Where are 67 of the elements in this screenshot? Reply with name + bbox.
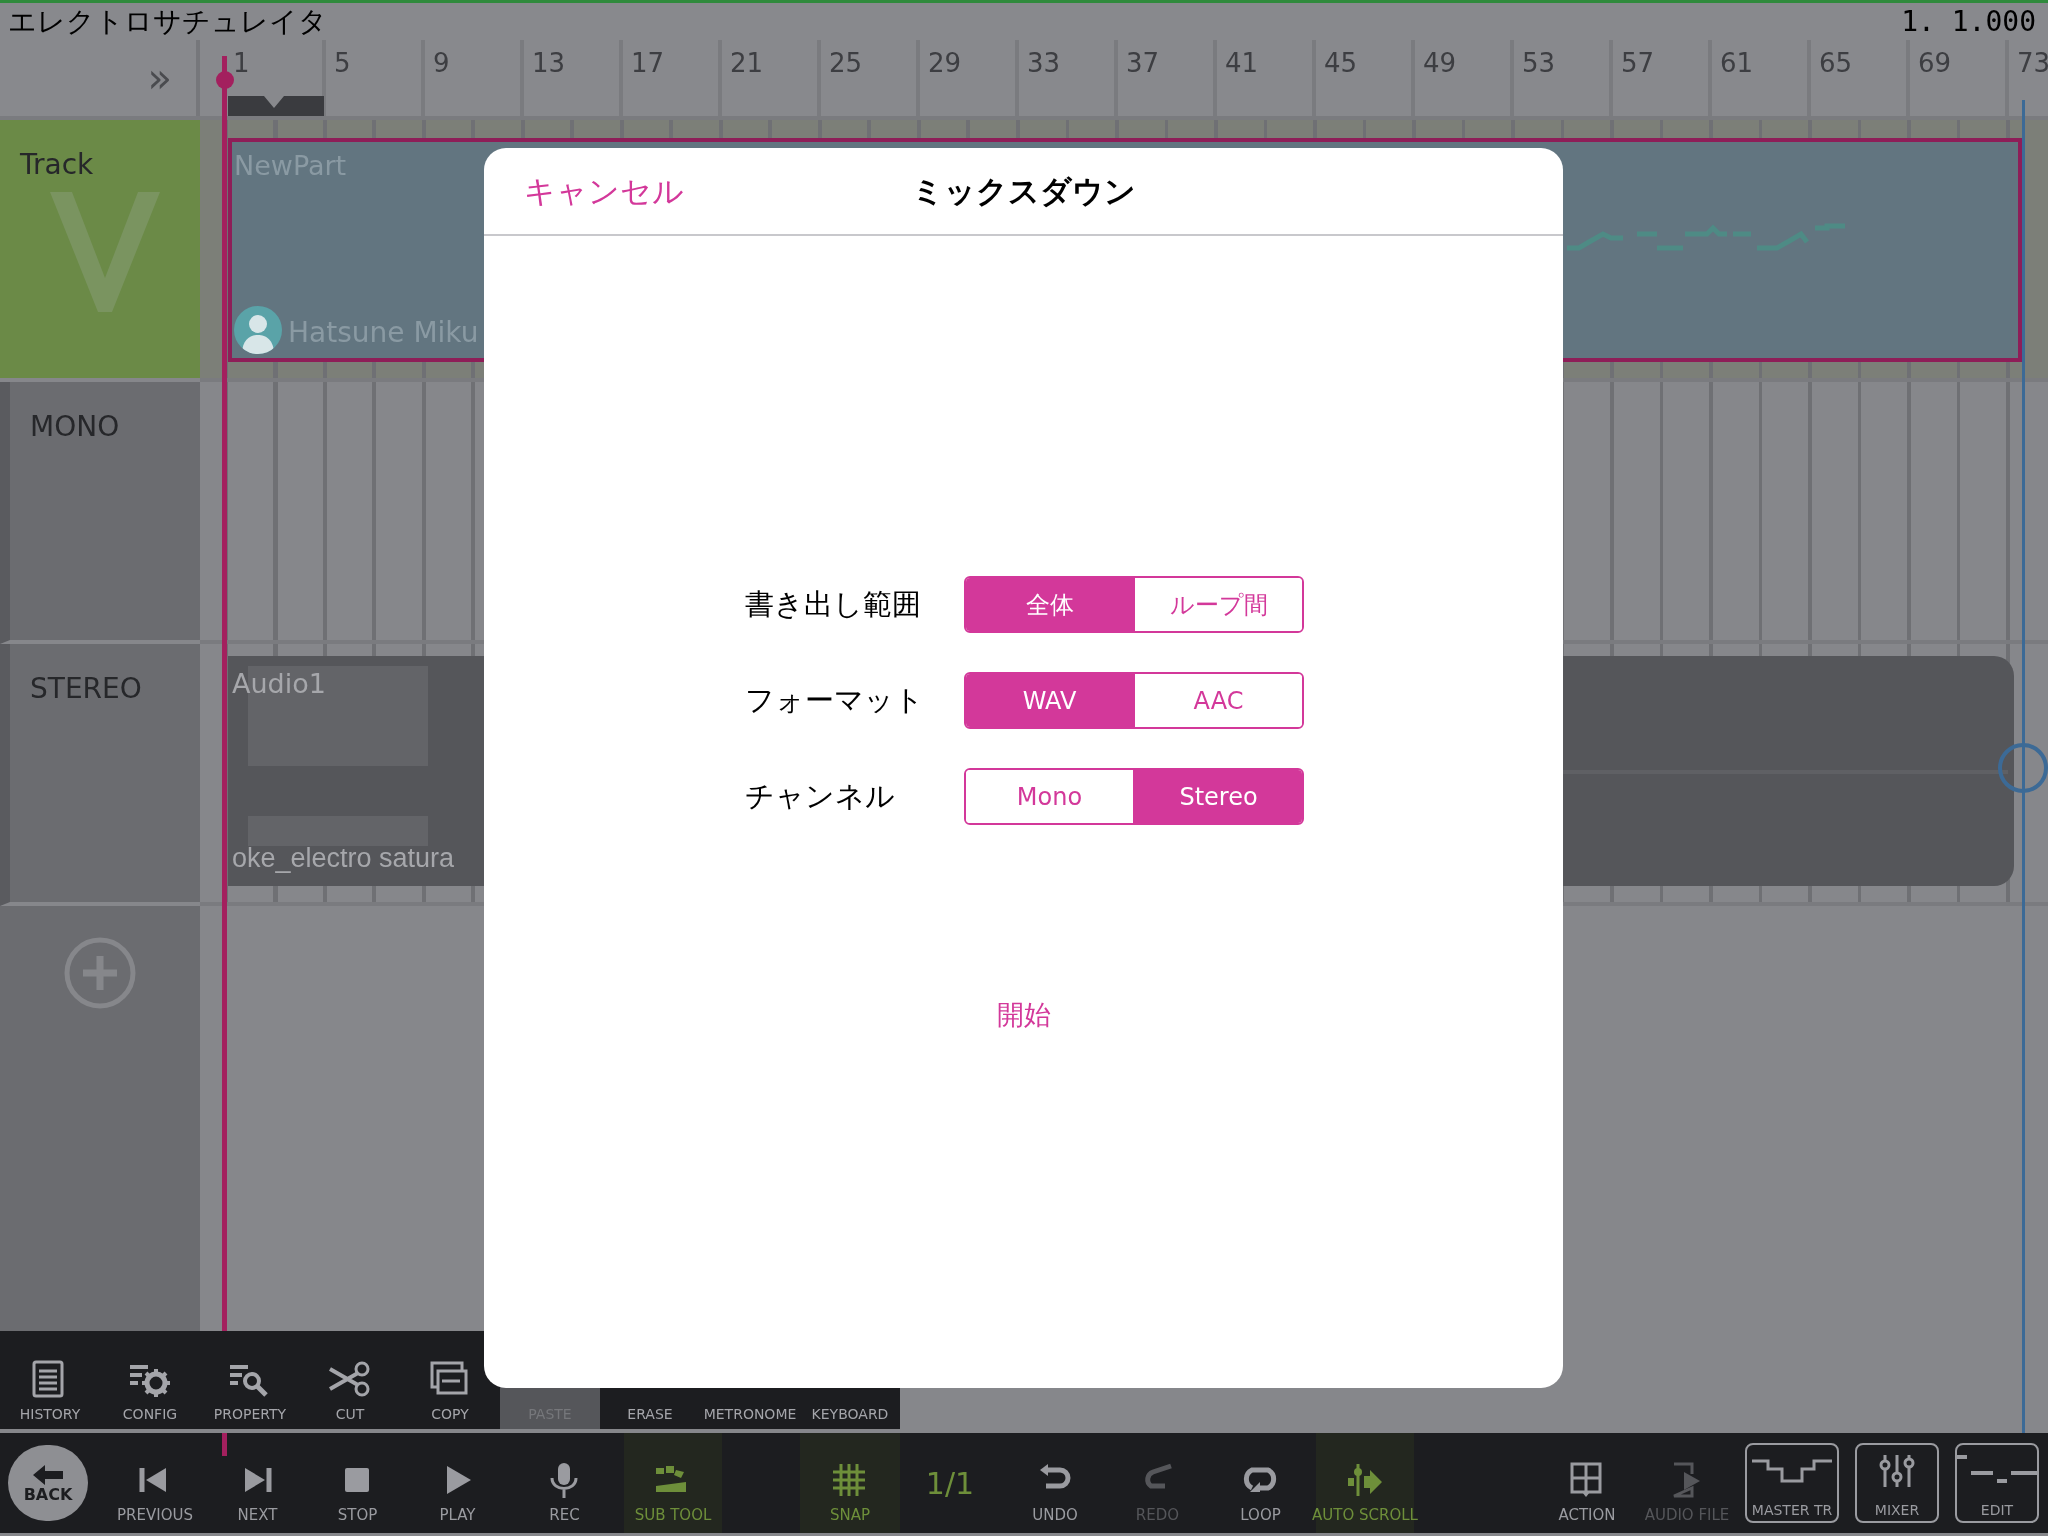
toolbar-button[interactable]: HISTORY bbox=[0, 1331, 100, 1429]
arrow-left-icon bbox=[31, 1463, 65, 1487]
toolbar-button[interactable]: STOP bbox=[305, 1433, 410, 1533]
ruler-mark: 69 bbox=[1918, 48, 1952, 78]
cancel-button[interactable]: キャンセル bbox=[524, 168, 684, 215]
track-name: STEREO bbox=[30, 671, 142, 707]
audio-file-name: oke_electro satura bbox=[232, 842, 455, 875]
back-button[interactable]: BACK bbox=[8, 1445, 88, 1521]
v-mark-icon bbox=[50, 192, 160, 312]
dialog-title: ミックスダウン bbox=[911, 171, 1136, 211]
ruler-mark: 45 bbox=[1324, 48, 1358, 78]
segmented-control[interactable]: WAV AAC bbox=[964, 672, 1304, 729]
part-title: Audio1 bbox=[232, 667, 326, 701]
add-track-icon[interactable] bbox=[63, 936, 137, 1010]
ruler-mark: 33 bbox=[1027, 48, 1061, 78]
toolbar-button[interactable]: SNAP bbox=[800, 1433, 900, 1533]
ruler-mark: 9 bbox=[433, 48, 450, 78]
toolbar-button[interactable]: PREVIOUS bbox=[100, 1433, 210, 1533]
ruler-mark: 65 bbox=[1819, 48, 1853, 78]
toolbar-button[interactable]: CONFIG bbox=[100, 1331, 200, 1429]
segment-option[interactable]: 全体 bbox=[966, 578, 1133, 631]
ruler-mark: 57 bbox=[1621, 48, 1655, 78]
ruler-mark: 61 bbox=[1720, 48, 1754, 78]
track-header[interactable]: MONO bbox=[0, 382, 200, 644]
option-label: フォーマット bbox=[745, 681, 925, 719]
toolbar-button[interactable]: MASTER TR bbox=[1745, 1443, 1839, 1523]
segment-option[interactable]: WAV bbox=[966, 674, 1133, 727]
segmented-control[interactable]: 全体 ループ間 bbox=[964, 576, 1304, 633]
expand-icon[interactable]: » bbox=[147, 58, 172, 98]
position-display: 1. 1.000 bbox=[1901, 7, 2037, 36]
ruler-mark: 41 bbox=[1225, 48, 1259, 78]
track-name: MONO bbox=[30, 409, 120, 445]
segment-option[interactable]: Stereo bbox=[1133, 770, 1302, 823]
ruler-mark: 37 bbox=[1126, 48, 1160, 78]
ruler-mark: 53 bbox=[1522, 48, 1556, 78]
ruler-mark: 5 bbox=[334, 48, 351, 78]
snap-value-button[interactable]: 1/1 bbox=[900, 1433, 1000, 1533]
singer-avatar bbox=[234, 306, 282, 354]
toolbar-button[interactable]: SUB TOOL bbox=[624, 1433, 722, 1533]
app-title: エレクトロサチュレイタ bbox=[8, 7, 327, 36]
toolbar-button[interactable]: CUT bbox=[300, 1331, 400, 1429]
option-label: チャンネル bbox=[745, 777, 896, 815]
ruler-mark: 13 bbox=[532, 48, 566, 78]
toolbar-button[interactable]: MIXER bbox=[1855, 1443, 1939, 1523]
track-header[interactable]: STEREO bbox=[0, 644, 200, 906]
toolbar-button[interactable]: EDIT bbox=[1955, 1443, 2039, 1523]
ruler-mark: 25 bbox=[829, 48, 863, 78]
ruler-mark: 73 bbox=[2017, 48, 2048, 78]
ruler-mark: 29 bbox=[928, 48, 962, 78]
loop-marker-icon[interactable] bbox=[228, 96, 324, 116]
toolbar-button[interactable]: REC bbox=[505, 1433, 624, 1533]
segmented-control[interactable]: Mono Stereo bbox=[964, 768, 1304, 825]
volume-handle-icon[interactable] bbox=[1997, 742, 2048, 794]
toolbar-button[interactable]: ACTION bbox=[1537, 1433, 1637, 1533]
option-label: 書き出し範囲 bbox=[745, 585, 922, 623]
toolbar-button[interactable]: PLAY bbox=[410, 1433, 505, 1533]
toolbar-button[interactable]: PROPERTY bbox=[200, 1331, 300, 1429]
ruler-mark: 49 bbox=[1423, 48, 1457, 78]
segment-option[interactable]: ループ間 bbox=[1133, 578, 1302, 631]
toolbar-button[interactable]: NEXT bbox=[210, 1433, 305, 1533]
track-name: Track bbox=[20, 147, 94, 183]
toolbar-button[interactable]: UNDO bbox=[1000, 1433, 1110, 1533]
start-button[interactable]: 開始 bbox=[988, 995, 1059, 1036]
ruler-mark: 1 bbox=[233, 48, 250, 78]
ruler-mark: 17 bbox=[631, 48, 665, 78]
ruler-mark: 21 bbox=[730, 48, 764, 78]
segment-option[interactable]: AAC bbox=[1133, 674, 1302, 727]
